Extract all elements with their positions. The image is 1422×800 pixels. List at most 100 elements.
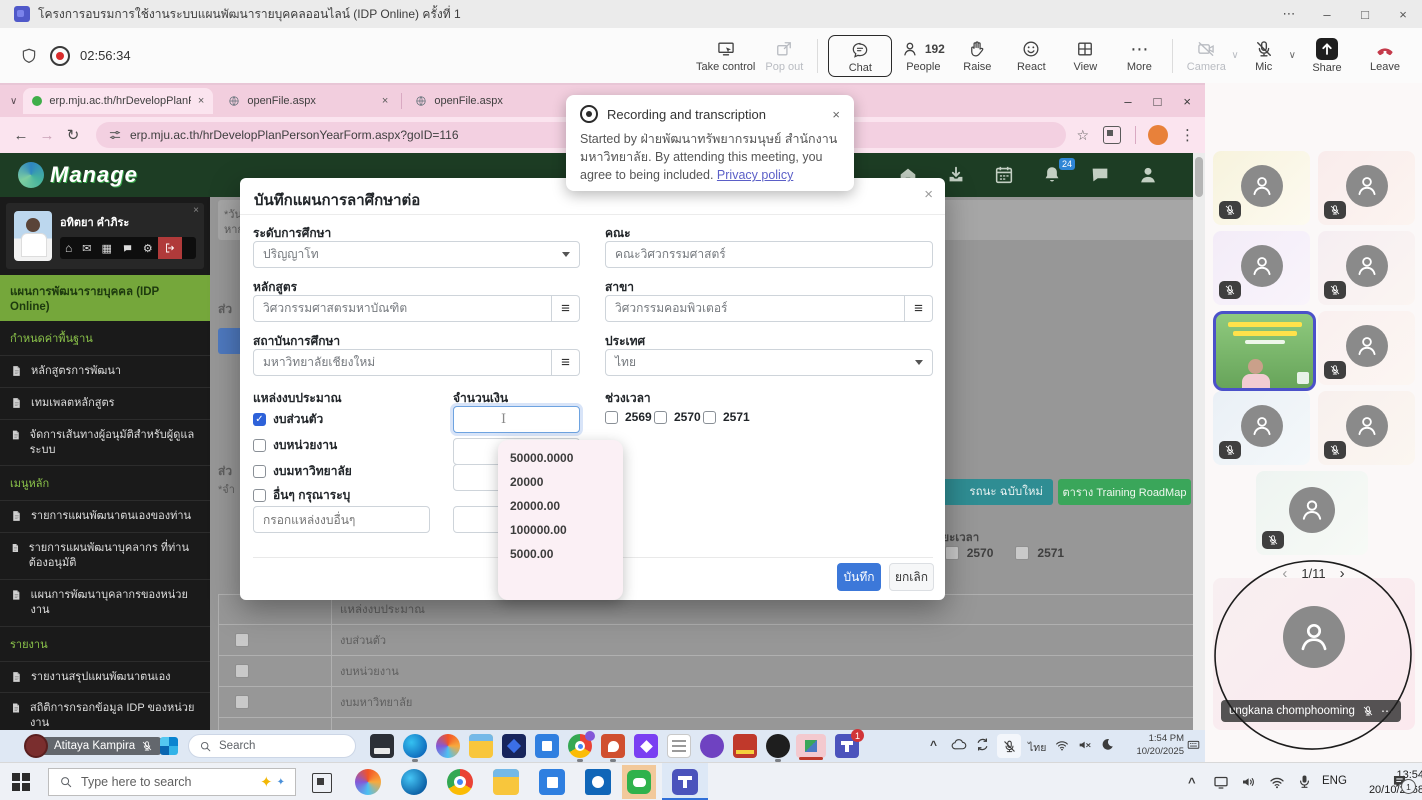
taskbar-icon-store[interactable] <box>535 734 559 758</box>
logout-icon[interactable] <box>158 237 182 259</box>
profile-mail-icon[interactable]: ✉ <box>77 242 96 255</box>
participant-tile[interactable] <box>1256 471 1368 555</box>
browser-menu-kebab-icon[interactable]: ⋮ <box>1180 126 1195 144</box>
privacy-policy-link[interactable]: Privacy policy <box>717 168 793 182</box>
taskbar-icon-red-app[interactable] <box>733 734 757 758</box>
profile-settings-gear-icon[interactable]: ⚙ <box>138 242 158 255</box>
taskbar-icon-outlook[interactable] <box>585 769 611 795</box>
curriculum-input[interactable]: วิศวกรรมศาสตรมหาบัณฑิต <box>253 295 552 322</box>
window-minimize-icon[interactable]: – <box>1308 0 1346 28</box>
tray-mic-icon[interactable] <box>1296 773 1313 790</box>
taskbar-icon-edge[interactable] <box>401 769 427 795</box>
task-view-icon[interactable] <box>312 773 332 793</box>
site-info-icon[interactable] <box>108 128 122 142</box>
more-button[interactable]: ⋯More <box>1116 39 1162 73</box>
tray-mic-muted-icon[interactable] <box>997 734 1021 758</box>
sidebar-item[interactable]: หลักสูตรการพัฒนา <box>0 356 210 388</box>
year-checkbox-2571[interactable]: 2571 <box>703 410 750 424</box>
country-select[interactable]: ไทย <box>605 349 933 376</box>
calendar-icon[interactable] <box>993 164 1015 186</box>
faculty-input[interactable]: คณะวิศวกรรมศาสตร์ <box>605 241 933 268</box>
taskbar-icon-notes[interactable] <box>667 734 691 758</box>
shared-clock[interactable]: 1:54 PM10/20/2025 <box>1120 733 1184 759</box>
display-icon[interactable] <box>1212 773 1230 791</box>
institution-input[interactable]: มหาวิทยาลัยเชียงใหม่ <box>253 349 552 376</box>
budget-checkbox-unit[interactable]: งบหน่วยงาน <box>253 436 337 455</box>
cancel-button[interactable]: ยกเลิก <box>889 563 934 591</box>
notifications-bell-icon[interactable]: 24 <box>1041 164 1063 186</box>
wifi-icon[interactable] <box>1054 737 1070 753</box>
sidebar-item[interactable]: รายการแผนพัฒนาตนเองของท่าน <box>0 501 210 533</box>
scrollbar-thumb[interactable] <box>1195 157 1203 197</box>
other-budget-input[interactable] <box>253 506 430 533</box>
year-checkbox-2569[interactable]: 2569 <box>605 410 652 424</box>
reload-icon[interactable]: ↻ <box>60 126 86 144</box>
taskbar-icon-file-explorer[interactable] <box>493 769 519 795</box>
institution-lookup-button[interactable]: ≡ <box>552 349 580 376</box>
taskbar-icon-store[interactable] <box>539 769 565 795</box>
spotlight-tile[interactable]: ungkana chomphooming ⋯ <box>1213 578 1415 730</box>
bookmark-star-icon[interactable]: ☆ <box>1076 127 1089 144</box>
taskbar-icon-chrome[interactable] <box>568 734 592 758</box>
local-search-box[interactable]: Type here to search ✦ ✦ <box>48 768 296 796</box>
sidebar-item[interactable]: สถิติการกรอกข้อมูล IDP ของหน่วยงาน <box>0 693 210 730</box>
camera-chevron-icon[interactable]: ∨ <box>1231 50 1238 61</box>
profile-chat-icon[interactable] <box>117 243 138 254</box>
sync-icon[interactable] <box>974 736 991 753</box>
tray-caret-icon[interactable]: ^ <box>930 738 937 752</box>
participant-tile[interactable] <box>1213 151 1310 225</box>
education-level-select[interactable]: ปริญญาโท <box>253 241 580 268</box>
chat-button[interactable]: Chat <box>828 35 892 77</box>
back-icon[interactable]: ← <box>8 127 34 144</box>
participant-tile[interactable] <box>1318 391 1415 465</box>
taskbar-icon-dark-app[interactable] <box>766 734 790 758</box>
major-lookup-button[interactable]: ≡ <box>905 295 933 322</box>
amount-input-personal[interactable]: I <box>453 406 580 433</box>
taskbar-icon-media-player[interactable] <box>700 734 724 758</box>
shared-search-box[interactable]: Search <box>188 734 356 758</box>
tab-search-chevron-icon[interactable]: ∨ <box>10 96 17 107</box>
taskbar-icon-teams-active[interactable] <box>662 763 708 800</box>
suggestion-item[interactable]: 50000.0000 <box>498 446 623 470</box>
major-input[interactable]: วิศวกรรมคอมพิวเตอร์ <box>605 295 905 322</box>
taskbar-icon-teams[interactable]: 1 <box>835 734 859 758</box>
suggestion-item[interactable]: 100000.00 <box>498 518 623 542</box>
speaker-icon[interactable] <box>1240 773 1258 791</box>
profile-avatar[interactable] <box>1148 125 1168 145</box>
taskbar-icon-active-app[interactable] <box>796 734 826 758</box>
participant-tile[interactable] <box>1213 391 1310 465</box>
taskbar-icon-file-explorer[interactable] <box>469 734 493 758</box>
tray-caret-icon[interactable]: ^ <box>1188 775 1196 790</box>
taskbar-icon-powerpoint[interactable] <box>601 734 625 758</box>
sidebar-item[interactable]: รายการแผนพัฒนาบุคลากร ที่ท่านต้องอนุมัติ <box>0 533 210 580</box>
browser-tab-3[interactable]: openFile.aspx <box>406 88 574 114</box>
taskbar-icon-dropbox[interactable] <box>502 734 526 758</box>
sidebar-item[interactable]: แผนการพัฒนาบุคลากรของหน่วยงาน <box>0 580 210 627</box>
download-icon[interactable] <box>945 164 967 186</box>
suggestion-item[interactable]: 20000.00 <box>498 494 623 518</box>
raise-hand-button[interactable]: Raise <box>954 39 1000 73</box>
budget-checkbox-university[interactable]: งบมหาวิทยาลัย <box>253 462 352 481</box>
save-button[interactable]: บันทึก <box>837 563 881 591</box>
browser-minimize-icon[interactable]: – <box>1124 94 1131 109</box>
sidebar-item[interactable]: เทมเพลตหลักสูตร <box>0 388 210 420</box>
budget-checkbox-personal[interactable]: ✓งบส่วนตัว <box>253 410 323 429</box>
sidebar-active-module[interactable]: แผนการพัฒนารายบุคคล (IDP Online) <box>0 275 210 321</box>
leave-button[interactable]: Leave <box>1362 39 1408 73</box>
sidebar-close-icon[interactable]: × <box>193 205 199 216</box>
tab-close-icon[interactable]: × <box>382 95 388 107</box>
participant-tile[interactable] <box>1318 151 1415 225</box>
budget-checkbox-other[interactable]: อื่นๆ กรุณาระบุ <box>253 486 350 505</box>
participant-tile[interactable] <box>1318 231 1415 305</box>
messages-icon[interactable] <box>1089 164 1111 186</box>
onedrive-cloud-icon[interactable] <box>950 736 968 754</box>
year-checkbox-2570[interactable]: 2570 <box>654 410 701 424</box>
browser-maximize-icon[interactable]: □ <box>1154 94 1162 109</box>
profile-home-icon[interactable]: ⌂ <box>60 241 77 255</box>
taskbar-icon-line-active[interactable] <box>622 765 656 799</box>
participant-tile[interactable] <box>1318 311 1415 385</box>
night-light-icon[interactable] <box>1100 737 1115 752</box>
active-speaker-video[interactable] <box>1213 311 1316 391</box>
browser-tab-active[interactable]: erp.mju.ac.th/hrDevelopPlanPe × <box>23 88 213 114</box>
profile-calendar-icon[interactable]: ▦ <box>96 242 116 255</box>
